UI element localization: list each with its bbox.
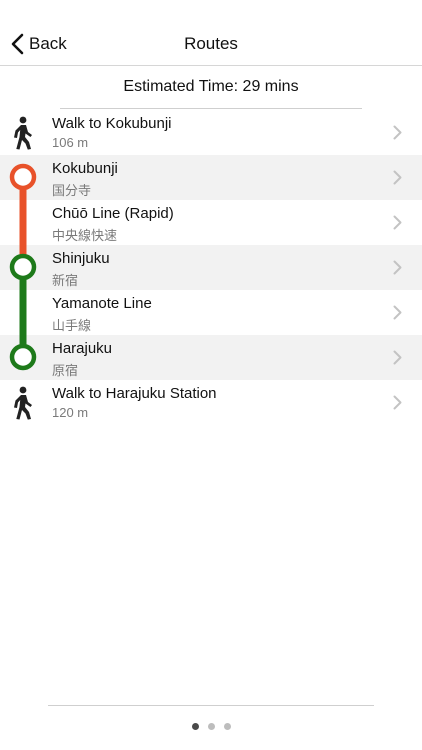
route-step-title: Shinjuku bbox=[52, 250, 110, 267]
route-row-station-kokubunji[interactable]: Kokubunji 国分寺 bbox=[0, 155, 422, 200]
route-row-walk-start[interactable]: Walk to Kokubunji 106 m bbox=[0, 110, 422, 155]
chevron-right-icon bbox=[393, 215, 402, 230]
chevron-right-icon bbox=[393, 395, 402, 410]
route-step-subtitle: 中央線快速 bbox=[52, 228, 118, 243]
divider bbox=[48, 705, 374, 706]
route-row-station-harajuku[interactable]: Harajuku 原宿 bbox=[0, 335, 422, 380]
walking-person-icon bbox=[14, 386, 32, 420]
chevron-right-icon bbox=[393, 305, 402, 320]
page-dot bbox=[207, 723, 215, 730]
route-row-line-chuo[interactable]: Chūō Line (Rapid) 中央線快速 bbox=[0, 200, 422, 245]
route-list: Walk to Kokubunji 106 m Kokubunji 国分寺 Ch… bbox=[0, 110, 422, 425]
page-dot bbox=[191, 723, 199, 730]
route-step-title: Harajuku bbox=[52, 340, 113, 357]
chevron-right-icon bbox=[393, 260, 402, 275]
route-row-line-yamanote[interactable]: Yamanote Line 山手線 bbox=[0, 290, 422, 335]
estimated-time: Estimated Time: 29 mins bbox=[123, 78, 299, 95]
chevron-right-icon bbox=[393, 350, 402, 365]
chevron-right-icon bbox=[393, 125, 402, 140]
route-step-subtitle: 106 m bbox=[52, 135, 89, 150]
route-step-title: Kokubunji bbox=[52, 160, 118, 177]
route-step-title: Chūō Line (Rapid) bbox=[52, 205, 174, 222]
route-step-subtitle: 山手線 bbox=[52, 318, 92, 333]
route-step-subtitle: 120 m bbox=[52, 405, 89, 420]
navigation-bar: Back Routes bbox=[0, 0, 422, 66]
route-row-station-shinjuku[interactable]: Shinjuku 新宿 bbox=[0, 245, 422, 290]
route-step-title: Walk to Kokubunji bbox=[52, 115, 172, 132]
chevron-right-icon bbox=[393, 170, 402, 185]
route-step-title: Yamanote Line bbox=[52, 295, 152, 312]
route-step-subtitle: 原宿 bbox=[52, 363, 79, 378]
divider bbox=[60, 108, 362, 109]
route-step-subtitle: 新宿 bbox=[52, 273, 79, 288]
route-row-walk-end[interactable]: Walk to Harajuku Station 120 m bbox=[0, 380, 422, 425]
route-step-subtitle: 国分寺 bbox=[52, 183, 92, 198]
page-indicator[interactable] bbox=[0, 723, 422, 730]
page-title: Routes bbox=[184, 34, 238, 53]
route-step-title: Walk to Harajuku Station bbox=[52, 385, 217, 402]
page-dot bbox=[223, 723, 231, 730]
walking-person-icon bbox=[14, 116, 32, 150]
